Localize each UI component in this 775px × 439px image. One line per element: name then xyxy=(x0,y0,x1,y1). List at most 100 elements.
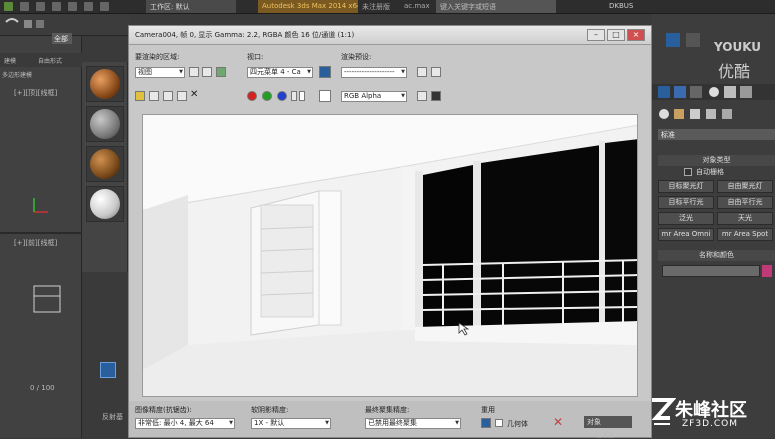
render-region-icon[interactable] xyxy=(216,67,226,77)
material-preview-orange xyxy=(90,69,120,99)
material-preview-white xyxy=(90,189,120,219)
user-account[interactable]: DKBUS xyxy=(605,0,655,13)
viewport-dropdown[interactable]: 四元菜单 4 - Ca xyxy=(247,67,313,78)
material-preview-wood xyxy=(90,149,120,179)
object-color-swatch[interactable] xyxy=(762,265,772,277)
ribbon-subtab[interactable]: 多边形建模 xyxy=(2,70,32,79)
project-folder-icon[interactable] xyxy=(100,2,109,11)
save-file-icon[interactable] xyxy=(52,2,61,11)
bottom-selection-dropdown[interactable]: 对象 xyxy=(584,416,632,428)
axis-gizmo-icon xyxy=(33,198,48,213)
copy-image-icon[interactable] xyxy=(149,91,159,101)
reflection-label: 反射基 xyxy=(102,413,123,421)
selection-filter-dropdown[interactable]: 全部 xyxy=(52,33,72,44)
tab-modeling[interactable]: 建模 xyxy=(4,56,16,65)
omni-button[interactable]: 泛光 xyxy=(658,212,714,225)
object-category-dropdown[interactable]: 标准 xyxy=(658,129,775,140)
frame-window-title: Camera004, 帧 0, 显示 Gamma: 2.2, RGBA 颜色 1… xyxy=(135,31,355,39)
skylight-button[interactable]: 天光 xyxy=(717,212,773,225)
material-slot-3[interactable] xyxy=(86,146,124,182)
document-status: 未注册版 xyxy=(362,3,390,11)
active-tool-icon[interactable] xyxy=(100,362,116,378)
hierarchy-tab-icon xyxy=(690,86,702,98)
minimize-button[interactable]: – xyxy=(587,29,605,41)
zf3d-logo-icon xyxy=(651,398,676,425)
app-logo-icon[interactable] xyxy=(4,2,13,11)
mr-area-omni-button[interactable]: mr Area Omni xyxy=(658,228,714,241)
final-gather-dropdown[interactable]: 已禁用最终聚集 xyxy=(365,418,461,429)
material-slot-1[interactable] xyxy=(86,66,124,102)
maximize-button[interactable]: □ xyxy=(607,29,625,41)
autogrid-checkbox[interactable] xyxy=(684,168,692,176)
zf3d-watermark-url: ZF3D.COM xyxy=(682,419,738,429)
document-file: ac.max xyxy=(404,2,430,10)
tab-freeform[interactable]: 自由形式 xyxy=(38,56,62,65)
target-spot-button[interactable]: 目标聚光灯 xyxy=(658,180,714,193)
lock-viewport-icon[interactable] xyxy=(319,66,331,78)
save-image-icon[interactable] xyxy=(135,91,145,101)
object-category-icons[interactable] xyxy=(652,104,775,124)
render-preset-label: 渲染预设: xyxy=(341,53,372,61)
object-name-input[interactable] xyxy=(662,265,760,277)
soft-shadow-dropdown[interactable]: 1X - 默认 xyxy=(251,418,331,429)
final-gather-label: 最终聚集精度: xyxy=(365,406,410,414)
soft-shadow-label: 软阴影精度: xyxy=(251,406,289,414)
toggle-ui-icon[interactable] xyxy=(417,91,427,101)
color-swatch[interactable] xyxy=(319,90,331,102)
rendered-frame-window[interactable]: Camera004, 帧 0, 显示 Gamma: 2.2, RGBA 颜色 1… xyxy=(128,25,652,438)
material-slot-2[interactable] xyxy=(86,106,124,142)
name-and-color-rollout[interactable]: 名称和颜色 xyxy=(658,250,775,261)
viewport-divider xyxy=(0,232,82,234)
open-file-icon[interactable] xyxy=(36,2,45,11)
geometry-label: 几何体 xyxy=(507,420,528,428)
free-direct-button[interactable]: 自由平行光 xyxy=(717,196,773,209)
clone-frame-icon[interactable] xyxy=(163,91,173,101)
new-file-icon[interactable] xyxy=(20,2,29,11)
mr-area-spot-button[interactable]: mr Area Spot xyxy=(717,228,773,241)
workspace-dropdown[interactable]: 工作区: 默认 xyxy=(146,0,236,13)
frame-counter[interactable]: 0 / 100 xyxy=(30,384,55,392)
youku-watermark: YOUKU xyxy=(714,40,762,54)
lock-icon[interactable] xyxy=(481,418,491,428)
auto-region-icon[interactable] xyxy=(202,67,212,77)
print-image-icon[interactable] xyxy=(177,91,187,101)
area-to-render-dropdown[interactable]: 视图 xyxy=(135,67,185,78)
toggle-overlay-icon[interactable] xyxy=(431,91,441,101)
environment-icon[interactable] xyxy=(431,67,441,77)
clear-icon[interactable]: ✕ xyxy=(190,89,198,100)
search-input[interactable]: 键入关键字或短语 xyxy=(436,0,556,13)
material-slot-4[interactable] xyxy=(86,186,124,222)
frame-window-titlebar[interactable]: Camera004, 帧 0, 显示 Gamma: 2.2, RGBA 颜色 1… xyxy=(129,26,651,45)
reuse-label: 重用 xyxy=(481,406,495,414)
object-type-rollout[interactable]: 对象类型 xyxy=(658,155,775,166)
viewport-top-label[interactable]: [+][顶][线框] xyxy=(14,88,57,98)
material-preview-grey xyxy=(90,109,120,139)
render-preset-dropdown[interactable]: -------------------- xyxy=(341,67,407,78)
geometry-checkbox[interactable] xyxy=(495,419,503,427)
motion-tab-icon xyxy=(709,87,719,97)
monochrome-icon[interactable] xyxy=(299,91,305,101)
utilities-tab-icon xyxy=(740,86,752,98)
redo-icon[interactable] xyxy=(84,2,93,11)
app-title: Autodesk 3ds Max 2014 x64 xyxy=(258,0,358,13)
render-output-image[interactable] xyxy=(142,114,638,397)
close-button[interactable]: × xyxy=(627,29,645,41)
undo-icon[interactable] xyxy=(68,2,77,11)
delete-cache-icon[interactable]: ✕ xyxy=(553,415,563,429)
display-channel-dropdown[interactable]: RGB Alpha xyxy=(341,91,407,102)
command-panel xyxy=(652,14,775,438)
image-precision-label: 图像精度(抗锯齿): xyxy=(135,406,192,414)
target-direct-button[interactable]: 目标平行光 xyxy=(658,196,714,209)
edit-region-icon[interactable] xyxy=(189,67,199,77)
viewport-label: 视口: xyxy=(247,53,264,61)
area-to-render-label: 要渲染的区域: xyxy=(135,53,180,61)
free-spot-button[interactable]: 自由聚光灯 xyxy=(717,180,773,193)
blue-channel-toggle[interactable] xyxy=(277,91,287,101)
red-channel-toggle[interactable] xyxy=(247,91,257,101)
render-setup-icon[interactable] xyxy=(417,67,427,77)
alpha-channel-icon[interactable] xyxy=(291,91,297,101)
viewport-front-label[interactable]: [+][前][线框] xyxy=(14,238,57,248)
image-precision-dropdown[interactable]: 非常低: 最小 4, 最大 64 xyxy=(135,418,235,429)
rendered-room-scene xyxy=(143,115,637,396)
green-channel-toggle[interactable] xyxy=(262,91,272,101)
